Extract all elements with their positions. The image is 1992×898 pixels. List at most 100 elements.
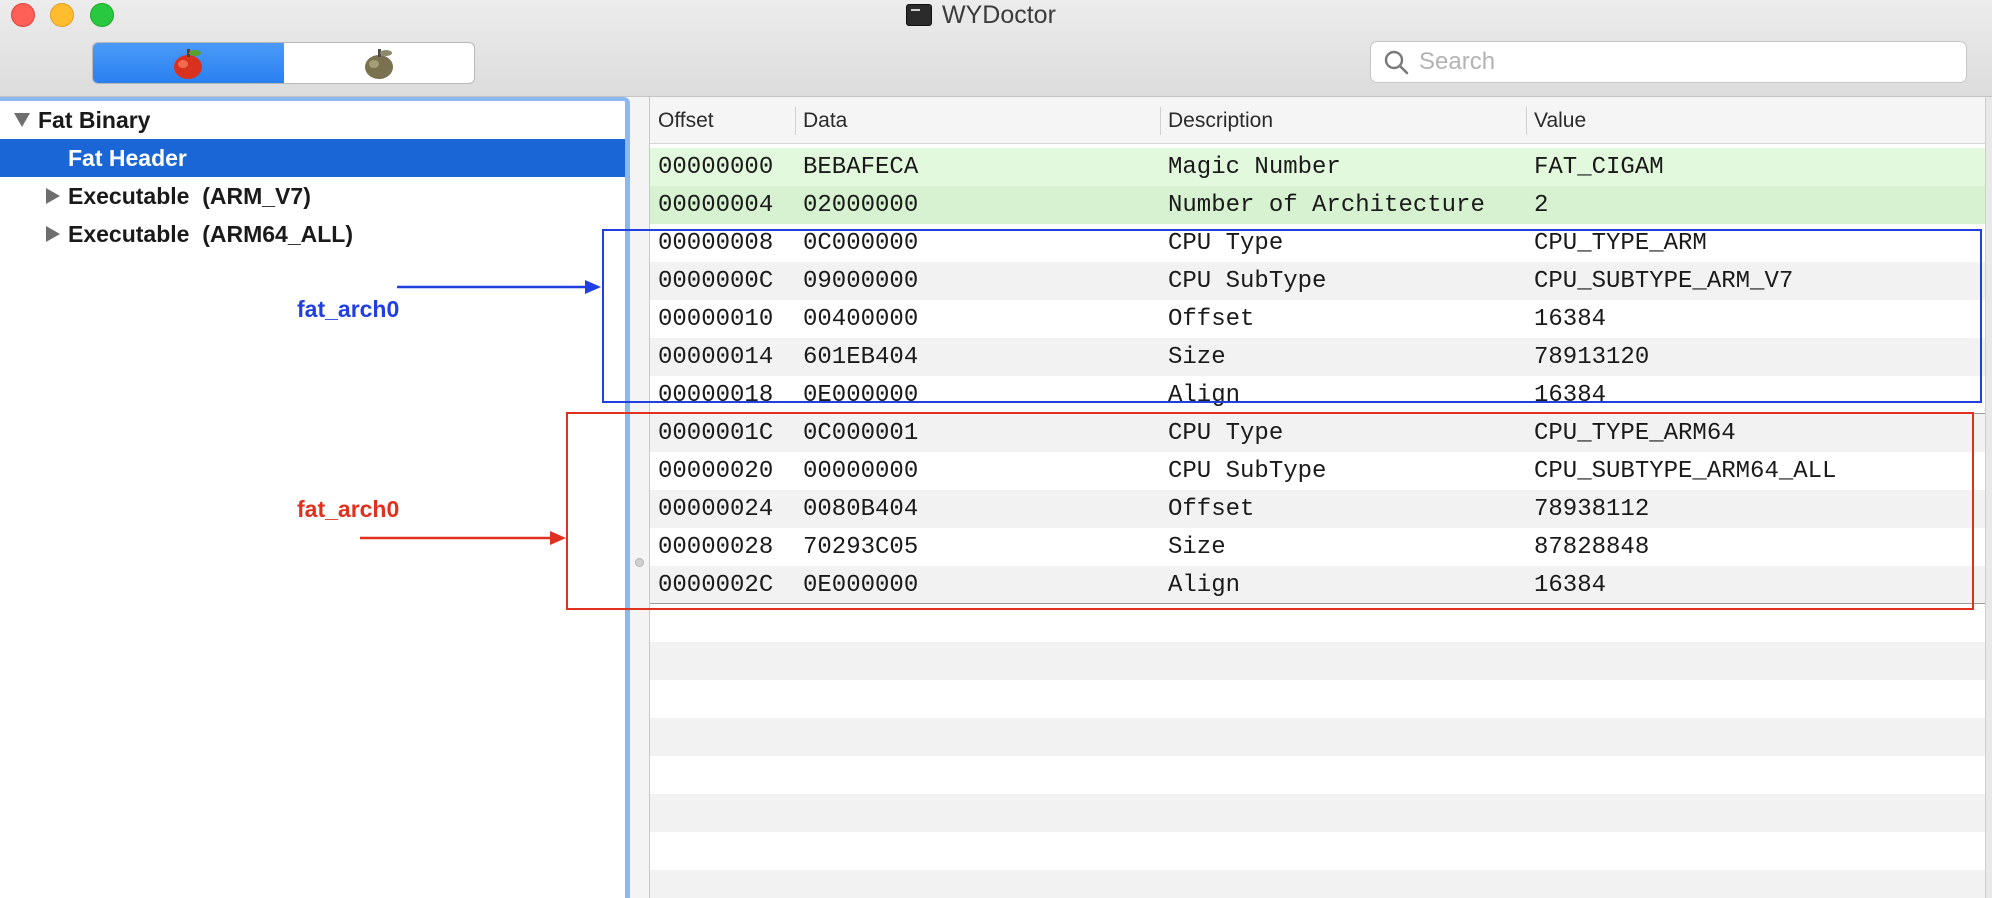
window-title: WYDoctor	[906, 0, 1056, 30]
search-field[interactable]	[1370, 41, 1967, 83]
table-row[interactable]: 00000000 BEBAFECA Magic Number FAT_CIGAM	[650, 148, 1985, 186]
cell-description: Align	[1168, 571, 1241, 599]
cell-value: 78913120	[1534, 343, 1650, 371]
cell-value: CPU_SUBTYPE_ARM64_ALL	[1534, 457, 1837, 485]
cell-description: Align	[1168, 381, 1241, 409]
empty-table-row	[650, 718, 1985, 756]
column-header-data[interactable]: Data	[795, 97, 1160, 144]
split-view-divider[interactable]	[630, 97, 650, 898]
cell-value: CPU_TYPE_ARM	[1534, 229, 1707, 257]
tree-item-fat-binary[interactable]: Fat Binary	[0, 101, 625, 139]
cell-offset: 00000010	[658, 305, 774, 333]
column-header-offset[interactable]: Offset	[650, 97, 795, 144]
cell-offset: 0000002C	[658, 571, 774, 599]
cell-data: 0C000000	[803, 229, 919, 257]
table-row[interactable]: 00000028 70293C05 Size 87828848	[650, 528, 1985, 566]
table-row[interactable]: 00000014 601EB404 Size 78913120	[650, 338, 1985, 376]
cell-value: 16384	[1534, 381, 1607, 409]
view-mode-segmented-control	[92, 42, 475, 84]
cell-description: CPU Type	[1168, 419, 1284, 447]
cell-offset: 0000001C	[658, 419, 774, 447]
search-icon	[1384, 50, 1409, 75]
window-title-text: WYDoctor	[942, 0, 1056, 29]
empty-table-row	[650, 680, 1985, 718]
table-row[interactable]: 00000008 0C000000 CPU Type CPU_TYPE_ARM	[650, 224, 1985, 262]
divider-handle[interactable]	[635, 558, 644, 567]
table-row[interactable]: 00000004 02000000 Number of Architecture…	[650, 186, 1985, 224]
disclosure-collapsed-icon[interactable]	[46, 226, 60, 242]
column-header-description[interactable]: Description	[1160, 97, 1526, 144]
tree-item-fat-header[interactable]: Fat Header	[0, 139, 625, 177]
annotation-arrow-red	[360, 531, 566, 545]
annotation-label-red: fat_arch0	[297, 496, 400, 522]
cell-description: CPU Type	[1168, 229, 1284, 257]
cell-offset: 00000028	[658, 533, 774, 561]
empty-table-row	[650, 832, 1985, 870]
empty-table-row	[650, 756, 1985, 794]
cell-data: BEBAFECA	[803, 153, 919, 181]
cell-description: Size	[1168, 343, 1226, 371]
empty-table-row	[650, 794, 1985, 832]
segment-gray-view[interactable]	[284, 43, 475, 83]
cell-data: 09000000	[803, 267, 919, 295]
cell-offset: 0000000C	[658, 267, 774, 295]
cell-description: Number of Architecture	[1168, 191, 1485, 219]
cell-value: 16384	[1534, 571, 1607, 599]
cell-value: CPU_TYPE_ARM64	[1534, 419, 1736, 447]
search-input[interactable]	[1419, 48, 1939, 76]
table-header: Offset Data Description Value	[650, 97, 1985, 144]
table-row[interactable]: 00000024 0080B404 Offset 78938112	[650, 490, 1985, 528]
cell-offset: 00000014	[658, 343, 774, 371]
table-row[interactable]: 00000010 00400000 Offset 16384	[650, 300, 1985, 338]
column-header-value[interactable]: Value	[1526, 97, 1985, 144]
zoom-window-button[interactable]	[90, 3, 114, 27]
title-bar: WYDoctor	[0, 0, 1992, 97]
detail-table: Offset Data Description Value 00000000 B…	[650, 97, 1985, 898]
apple-gray-icon	[364, 49, 393, 79]
cell-offset: 00000008	[658, 229, 774, 257]
cell-offset: 00000024	[658, 495, 774, 523]
cell-data: 00400000	[803, 305, 919, 333]
cell-description: Magic Number	[1168, 153, 1341, 181]
cell-data: 0C000001	[803, 419, 919, 447]
cell-value: FAT_CIGAM	[1534, 153, 1664, 181]
minimize-window-button[interactable]	[50, 3, 74, 27]
table-row[interactable]: 0000001C 0C000001 CPU Type CPU_TYPE_ARM6…	[650, 414, 1985, 452]
empty-table-row	[650, 870, 1985, 898]
tree-item-label: Fat Header	[68, 144, 187, 171]
cell-data: 0E000000	[803, 381, 919, 409]
cell-description: Offset	[1168, 305, 1255, 333]
segment-color-view[interactable]	[93, 43, 284, 83]
table-row[interactable]: 0000002C 0E000000 Align 16384	[650, 566, 1985, 604]
cell-description: CPU SubType	[1168, 267, 1327, 295]
disclosure-expanded-icon[interactable]	[14, 113, 30, 127]
tree-item-executable-arm64-all[interactable]: Executable (ARM64_ALL)	[0, 215, 625, 253]
cell-value: 87828848	[1534, 533, 1650, 561]
cell-description: Size	[1168, 533, 1226, 561]
tree-item-label: Executable (ARM_V7)	[68, 182, 311, 209]
table-row[interactable]: 00000018 0E000000 Align 16384	[650, 376, 1985, 414]
cell-description: Offset	[1168, 495, 1255, 523]
cell-data: 0080B404	[803, 495, 919, 523]
empty-table-row	[650, 604, 1985, 642]
tree-item-label: Executable (ARM64_ALL)	[68, 220, 354, 247]
table-row[interactable]: 0000000C 09000000 CPU SubType CPU_SUBTYP…	[650, 262, 1985, 300]
cell-data: 601EB404	[803, 343, 919, 371]
cell-value: 16384	[1534, 305, 1607, 333]
table-row[interactable]: 00000020 00000000 CPU SubType CPU_SUBTYP…	[650, 452, 1985, 490]
cell-data: 0E000000	[803, 571, 919, 599]
annotation-arrow-blue	[397, 280, 601, 294]
vertical-scrollbar[interactable]	[1985, 97, 1992, 898]
cell-offset: 00000000	[658, 153, 774, 181]
terminal-icon	[906, 4, 932, 26]
close-window-button[interactable]	[11, 3, 35, 27]
empty-table-row	[650, 642, 1985, 680]
cell-data: 02000000	[803, 191, 919, 219]
tree-item-executable-arm-v7[interactable]: Executable (ARM_V7)	[0, 177, 625, 215]
cell-value: CPU_SUBTYPE_ARM_V7	[1534, 267, 1794, 295]
apple-colored-icon	[174, 49, 203, 79]
tree-item-label: Fat Binary	[38, 106, 151, 133]
cell-offset: 00000004	[658, 191, 774, 219]
disclosure-collapsed-icon[interactable]	[46, 188, 60, 204]
cell-data: 00000000	[803, 457, 919, 485]
